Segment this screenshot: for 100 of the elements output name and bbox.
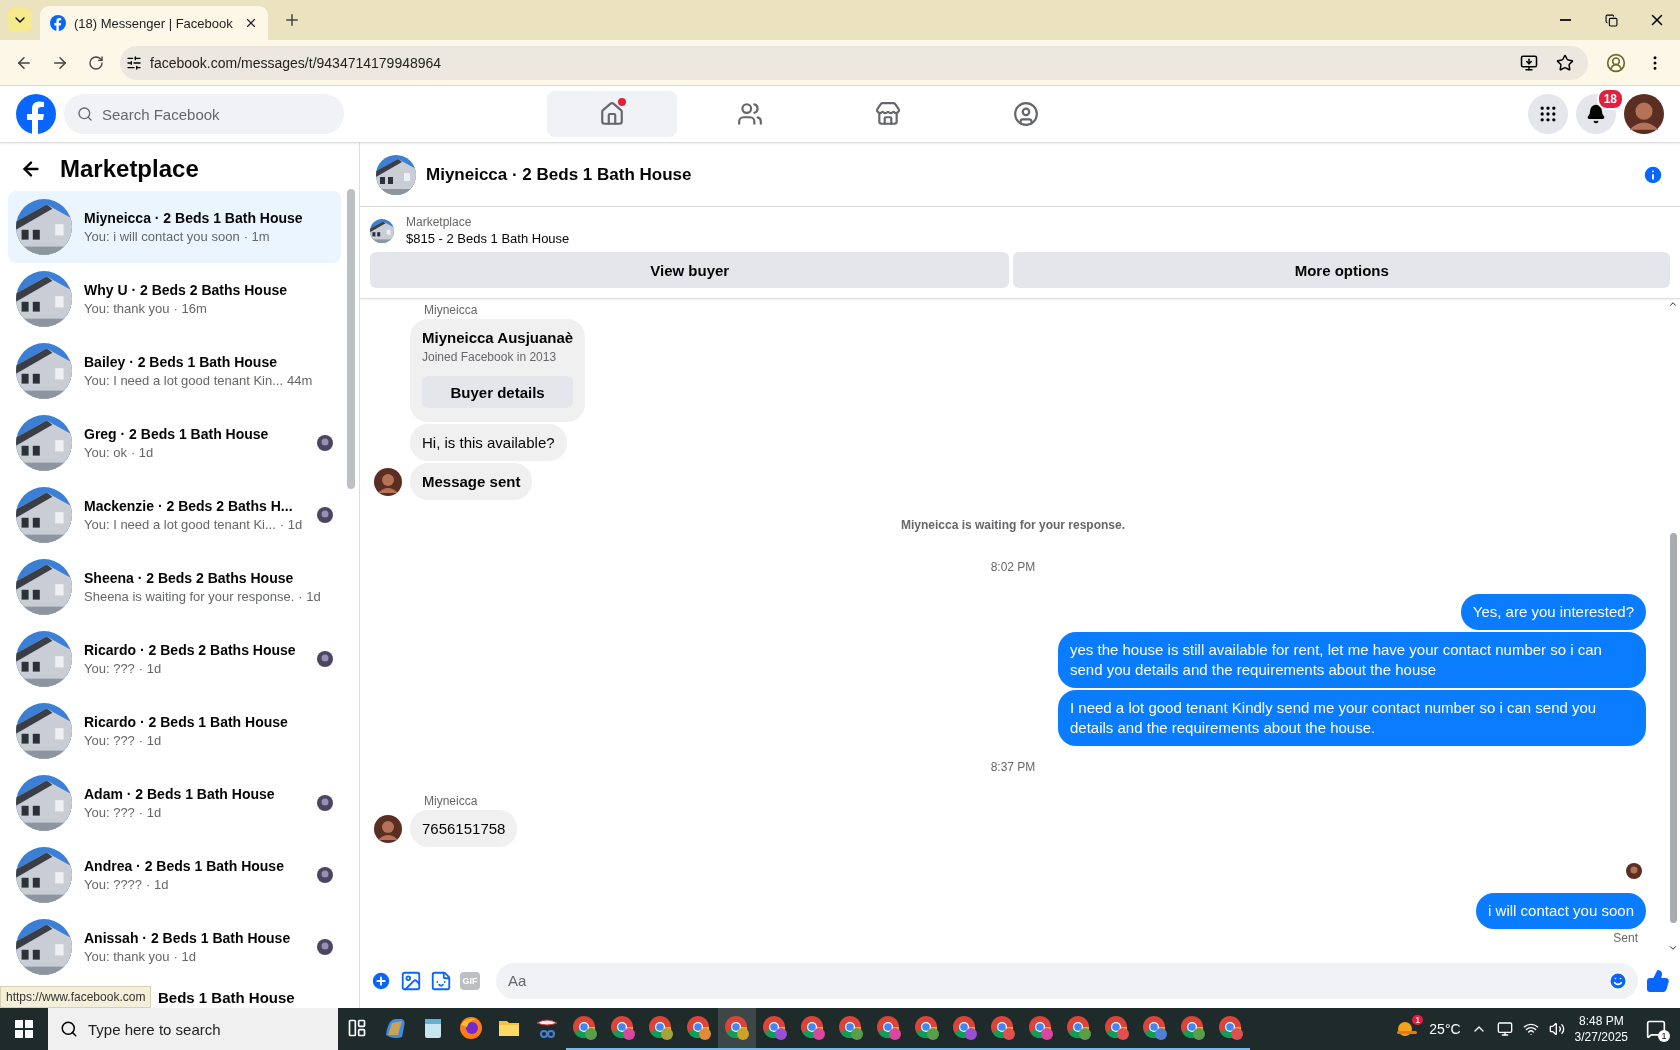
chrome-icon[interactable]: [1142, 1015, 1168, 1041]
message-preview: You: I need a lot good tenant Kin...: [84, 373, 283, 388]
weather-icon[interactable]: [1395, 1019, 1420, 1039]
listing-source: Marketplace: [406, 215, 473, 229]
read-receipt-icon: [1626, 863, 1642, 879]
chrome-icon[interactable]: [1104, 1015, 1130, 1041]
close-icon[interactable]: [244, 16, 258, 30]
install-icon[interactable]: [1520, 53, 1538, 72]
home-tab[interactable]: [547, 91, 677, 137]
conversation-item[interactable]: Miyneicca · 2 Beds 1 Bath House You: i will contact you soon · 1m: [8, 191, 341, 263]
conversation-item[interactable]: Ricardo · 2 Beds 2 Baths House You: ??? · 1d: [8, 623, 341, 695]
store-icon: [875, 101, 901, 127]
chrome-icon[interactable]: [800, 1015, 826, 1041]
chrome-icon[interactable]: [648, 1015, 674, 1041]
photo-icon[interactable]: [400, 969, 422, 992]
chrome-icon[interactable]: [572, 1015, 598, 1041]
sent-status: Sent: [1613, 931, 1638, 945]
chrome-icon[interactable]: [686, 1015, 712, 1041]
taskbar-search-field[interactable]: Type here to search: [48, 1008, 338, 1050]
add-icon[interactable]: [370, 969, 392, 992]
chrome-icon[interactable]: [952, 1015, 978, 1041]
message-bubble: Message sent: [410, 463, 533, 500]
notification-center-button[interactable]: 1: [1638, 1008, 1674, 1050]
seen-avatar-icon: [317, 507, 333, 523]
conversation-title: Andrea · 2 Beds 1 Bath House: [84, 858, 285, 874]
message-bubble: I need a lot good tenant Kindly send me your contact number so i can send you details and the requirements about the house.: [1058, 690, 1646, 746]
firefox-icon[interactable]: [458, 1015, 484, 1041]
home-icon: [599, 101, 625, 127]
seen-avatar-icon: [317, 867, 333, 883]
search-field[interactable]: Search Facebook: [64, 94, 344, 134]
chrome-icon[interactable]: [1218, 1015, 1244, 1041]
tab-title: (18) Messenger | Facebook: [74, 15, 234, 31]
message-preview: You: ok: [84, 445, 127, 460]
conversation-item[interactable]: Adam · 2 Beds 1 Bath House You: ??? · 1d: [8, 767, 341, 839]
info-icon[interactable]: [1642, 163, 1664, 186]
chrome-icon[interactable]: [876, 1015, 902, 1041]
menu-button[interactable]: [1528, 94, 1568, 134]
facebook-icon: [50, 15, 66, 31]
conversation-item[interactable]: Anissah · 2 Beds 1 Bath House You: thank you · 1d: [8, 911, 341, 983]
friends-icon: [737, 101, 763, 127]
temperature-text: 25°C: [1429, 1021, 1461, 1037]
network-icon[interactable]: [1496, 1021, 1513, 1037]
chrome-icon[interactable]: [610, 1015, 636, 1041]
scrollbar[interactable]: [1669, 533, 1677, 923]
clock[interactable]: 8:48 PM 3/27/2025: [1574, 1014, 1628, 1044]
buyer-details-button[interactable]: Buyer details: [422, 376, 574, 408]
message-time: · 16m: [173, 301, 207, 316]
scrollbar[interactable]: [347, 189, 355, 489]
volume-icon[interactable]: [1548, 1021, 1565, 1037]
address-bar[interactable]: facebook.com/messages/t/9434714179948964: [120, 45, 1588, 80]
person-circle-icon: [1013, 101, 1039, 127]
scroll-up-icon[interactable]: [1668, 299, 1678, 309]
chrome-icon[interactable]: [1180, 1015, 1206, 1041]
conversation-item[interactable]: Why U · 2 Beds 2 Baths House You: thank you · 16m: [8, 263, 341, 335]
conversation-item[interactable]: Greg · 2 Beds 1 Bath House You: ok · 1d: [8, 407, 341, 479]
restore-icon: [1604, 13, 1618, 27]
tab-search-button[interactable]: [8, 8, 32, 32]
chrome-icon[interactable]: [838, 1015, 864, 1041]
message-time: · 1d: [138, 805, 162, 820]
task-view-icon: [347, 1018, 367, 1038]
message-bubble: i will contact you soon: [1476, 893, 1646, 929]
search-icon: [77, 106, 93, 122]
scroll-down-icon[interactable]: [1668, 943, 1678, 953]
like-icon[interactable]: [1646, 968, 1670, 993]
chrome-icon[interactable]: [990, 1015, 1016, 1041]
sticker-icon[interactable]: [430, 969, 452, 992]
notifications-button[interactable]: [1576, 94, 1616, 134]
facebook-logo[interactable]: [16, 94, 56, 134]
conversation-item[interactable]: Sheena · 2 Beds 2 Baths House Sheena is waiting for your response. · 1d: [8, 551, 341, 623]
joined-text: Joined Facebook in 2013: [422, 350, 558, 364]
conversation-title: Ricardo · 2 Beds 1 Bath House: [84, 714, 289, 730]
chrome-icon[interactable]: [1066, 1015, 1092, 1041]
action-button[interactable]: View buyer: [370, 252, 1010, 288]
conversation-item[interactable]: Bailey · 2 Beds 1 Bath House You: I need a lot good tenant Kin... 44m: [8, 335, 341, 407]
conversation-item[interactable]: Mackenzie · 2 Beds 2 Baths H... You: I need a lot good tenant Ki... · 1d: [8, 479, 341, 551]
message-time: · 1d: [146, 877, 169, 892]
chrome-icon[interactable]: [724, 1015, 750, 1041]
message-time: · 1d: [130, 445, 154, 460]
bell-icon: [1586, 104, 1606, 124]
profile-icon[interactable]: [1606, 52, 1626, 73]
seen-avatar-icon: [317, 795, 333, 811]
message-preview: Sheena is waiting for your response.: [84, 589, 295, 604]
bookmark-icon[interactable]: [1556, 53, 1574, 72]
chrome-icon[interactable]: [1028, 1015, 1054, 1041]
message-field[interactable]: Aa: [496, 962, 1638, 999]
account-avatar: [1624, 94, 1664, 134]
site-settings-icon[interactable]: [126, 54, 142, 71]
message-preview: You: ???: [84, 805, 135, 820]
conversation-item[interactable]: Ricardo · 2 Beds 1 Bath House You: ??? · 1d: [8, 695, 341, 767]
chrome-icon[interactable]: [914, 1015, 940, 1041]
conversation-title: Adam · 2 Beds 1 Bath House: [84, 786, 276, 802]
conversation-title: Ricardo · 2 Beds 2 Baths House: [84, 642, 297, 658]
minimize-icon: [1559, 19, 1571, 21]
waiting-notice: Miyneicca is waiting for your response.: [900, 518, 1126, 532]
action-button[interactable]: More options: [1013, 252, 1670, 288]
conversation-item[interactable]: Andrea · 2 Beds 1 Bath House You: ???? · 1d: [8, 839, 341, 911]
browser-tab[interactable]: (18) Messenger | Facebook: [40, 6, 268, 40]
chrome-icon[interactable]: [762, 1015, 788, 1041]
wifi-icon[interactable]: [1522, 1021, 1539, 1037]
message-time: · 1d: [138, 733, 162, 748]
